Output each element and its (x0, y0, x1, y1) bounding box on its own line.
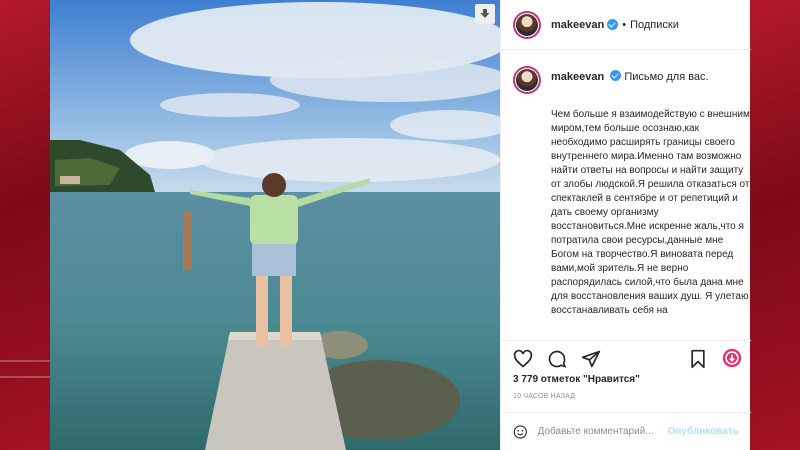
backdrop-left (0, 0, 50, 450)
comment-box: Опубликовать (501, 412, 751, 450)
post-header: makeevan • Подписки (501, 0, 751, 50)
likes-count[interactable]: 3 779 отметок "Нравится" (513, 374, 640, 385)
download-button[interactable] (475, 4, 495, 24)
caption-text: Чем больше я взаимодействую с внешним ми… (551, 109, 750, 316)
caption-row: makeevan Письмо для вас. (513, 64, 739, 94)
bookmark-icon[interactable] (689, 349, 707, 369)
comment-icon[interactable] (547, 349, 567, 369)
caption-title: Письмо для вас. (624, 71, 709, 83)
caption-username[interactable]: makeevan (551, 71, 604, 83)
download-icon (480, 9, 490, 18)
verified-badge-icon (610, 70, 622, 81)
post-timestamp: 10 ЧАСОВ НАЗАД (513, 393, 576, 400)
boost-icon[interactable] (721, 347, 743, 369)
emoji-icon[interactable] (513, 423, 528, 441)
caption-avatar[interactable] (513, 66, 541, 94)
username-link[interactable]: makeevan (551, 19, 604, 31)
caption-head: makeevan Письмо для вас. (551, 64, 709, 84)
post-side-panel: makeevan • Подписки makeevan Письмо для … (500, 0, 751, 450)
share-icon[interactable] (581, 349, 601, 369)
comments-area[interactable]: makeevan Письмо для вас. Чем больше я вз… (501, 50, 751, 340)
verified-badge-icon (607, 19, 619, 30)
separator-dot: • (622, 18, 627, 31)
publish-button[interactable]: Опубликовать (668, 426, 739, 437)
post-photo[interactable] (50, 0, 500, 450)
action-icons (513, 349, 601, 369)
avatar[interactable] (513, 10, 541, 39)
backdrop-stripe (0, 360, 50, 362)
heart-icon[interactable] (513, 349, 533, 369)
backdrop-right (750, 0, 800, 450)
backdrop-stripe (0, 376, 50, 378)
following-button[interactable]: Подписки (630, 19, 679, 31)
comment-input[interactable] (537, 426, 668, 437)
actions-block: 3 779 отметок "Нравится" 10 ЧАСОВ НАЗАД (501, 340, 751, 412)
